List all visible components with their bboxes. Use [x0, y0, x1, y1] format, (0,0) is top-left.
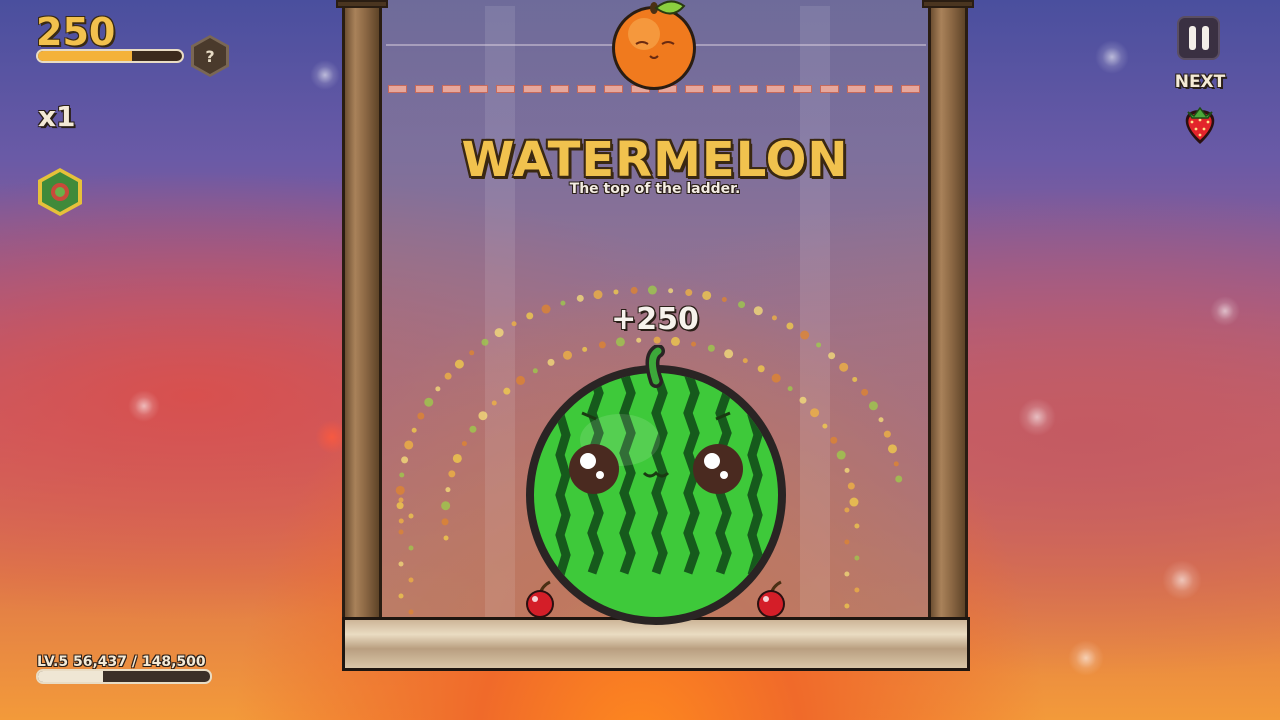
score-value: 250 — [36, 10, 116, 54]
pause-button[interactable] — [1177, 16, 1220, 60]
jar-right-cap — [922, 0, 974, 8]
score-progress-bar — [36, 49, 184, 63]
pause-icon-bar — [1201, 26, 1209, 50]
combo-multiplier: x1 — [38, 100, 76, 133]
pause-icon-bar — [1188, 26, 1196, 50]
background-sparkle — [128, 390, 160, 422]
level-progress-fill — [38, 671, 104, 682]
cherry-icon[interactable] — [522, 580, 558, 620]
background-sparkle — [1162, 560, 1202, 600]
background-sparkle — [1095, 40, 1129, 74]
next-label: NEXT — [1174, 72, 1226, 92]
background-sparkle — [310, 60, 340, 90]
jar-right-wall — [928, 0, 968, 625]
score-progress-fill — [38, 51, 132, 61]
hint-button[interactable]: ? — [191, 35, 229, 77]
cherry-icon[interactable] — [753, 580, 789, 620]
watermelon-icon[interactable] — [520, 345, 792, 625]
jar-left-cap — [336, 0, 388, 8]
background-sparkle — [1068, 640, 1104, 676]
fruit-badge-icon — [42, 172, 78, 212]
jar-floor — [342, 617, 970, 671]
fruit-banner-title: WATERMELON — [461, 132, 849, 188]
question-icon: ? — [194, 38, 226, 74]
powerup-badge[interactable] — [38, 168, 82, 216]
strawberry-icon — [1185, 106, 1215, 144]
background-sparkle — [1210, 296, 1240, 326]
background-sparkle — [1018, 398, 1056, 436]
orange-icon[interactable] — [606, 0, 702, 96]
fruit-banner-subtitle: The top of the ladder. — [569, 181, 741, 197]
jar-left-wall — [342, 0, 382, 625]
level-progress-text: LV.5 56,437 / 148,500 — [37, 654, 206, 670]
level-progress-bar — [36, 669, 212, 684]
score-gain-popup: +250 — [611, 302, 699, 337]
